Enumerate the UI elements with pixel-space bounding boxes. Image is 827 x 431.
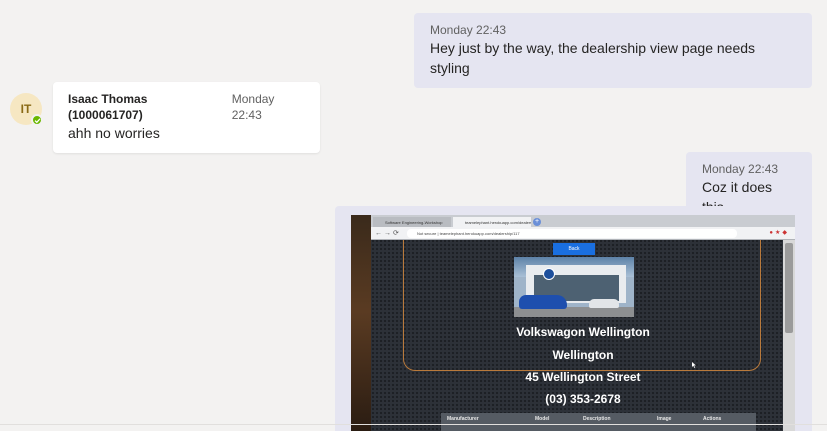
browser-tab-active: teamelephant.herokuapp.com/dealership/11…: [453, 217, 531, 227]
presence-available-icon: [31, 114, 43, 126]
vw-logo-icon: [543, 268, 555, 280]
message-timestamp: Monday 22:43: [702, 162, 779, 176]
avatar-initials: IT: [20, 102, 32, 116]
column-header: Description: [583, 416, 611, 422]
photographed-monitor: Software Engineering-Workshop teamelepha…: [371, 215, 795, 431]
column-header: Image: [657, 416, 672, 422]
dealership-photo: [514, 257, 634, 317]
mouse-cursor-icon: [692, 362, 696, 368]
browser-tab: Software Engineering-Workshop: [373, 217, 451, 227]
message-bubble-image[interactable]: Software Engineering-Workshop teamelepha…: [335, 206, 812, 431]
browser-nav-icons: ←→⟳: [375, 230, 401, 237]
message-bubble-received[interactable]: Isaac Thomas (1000061707) Monday 22:43 a…: [53, 82, 320, 153]
page-scrollbar-thumb: [785, 243, 793, 333]
address-text: Not secure | teamelephant.herokuapp.com/…: [407, 229, 737, 238]
photo-background: [351, 215, 371, 431]
chat-pane: Monday 22:43 Hey just by the way, the de…: [0, 0, 827, 431]
message-text: Hey just by the way, the dealership view…: [430, 40, 756, 76]
dealer-city: Wellington: [552, 348, 614, 362]
sender-name[interactable]: Isaac Thomas (1000061707): [68, 91, 222, 123]
check-icon: [34, 117, 40, 123]
divider: [0, 424, 827, 425]
browser-tab-bar: Software Engineering-Workshop teamelepha…: [371, 215, 795, 227]
back-button: Back: [553, 243, 595, 255]
dealer-street: 45 Wellington Street: [525, 370, 641, 384]
message-bubble-sent[interactable]: Monday 22:43 Hey just by the way, the de…: [414, 13, 812, 88]
vehicles-table-header: Manufacturer Model Description Image Act…: [441, 413, 756, 431]
dealer-phone: (03) 353-2678: [545, 392, 621, 406]
column-header: Manufacturer: [447, 416, 479, 422]
column-header: Actions: [703, 416, 722, 422]
attached-photo[interactable]: Software Engineering-Workshop teamelepha…: [351, 215, 795, 431]
browser-address-bar: ←→⟳ Not secure | teamelephant.herokuapp.…: [371, 227, 795, 240]
message-text: ahh no worries: [68, 125, 160, 141]
extension-icons: ●★◆: [769, 230, 789, 236]
column-header: Model: [535, 416, 550, 422]
dealer-name: Volkswagon Wellington: [516, 325, 650, 339]
new-tab-icon: +: [533, 218, 541, 226]
message-timestamp: Monday 22:43: [430, 23, 507, 37]
message-timestamp: Monday 22:43: [231, 92, 275, 122]
